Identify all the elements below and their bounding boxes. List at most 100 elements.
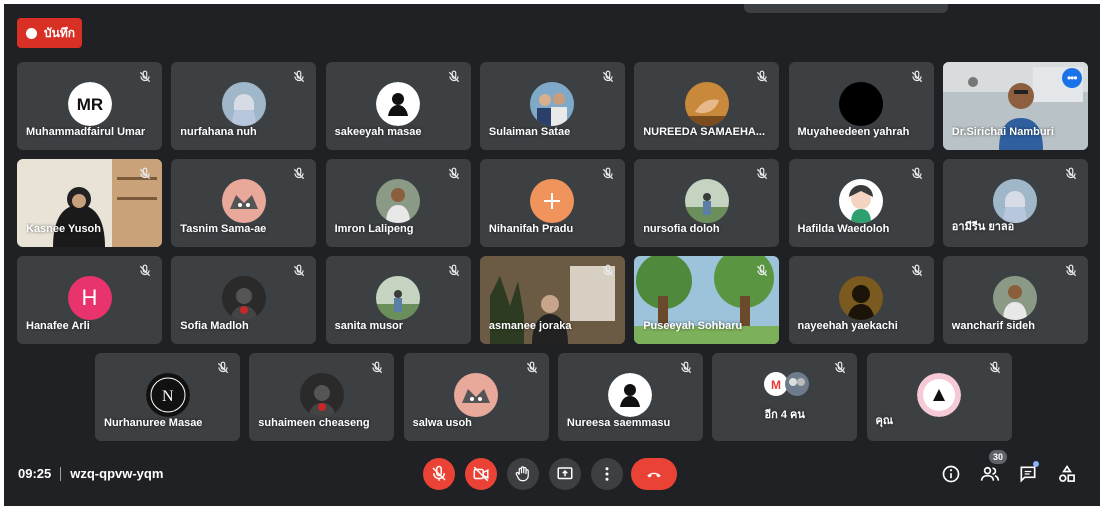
hijab-photo-avatar xyxy=(221,82,266,126)
dark-photo-avatar xyxy=(299,373,344,417)
more-options-button[interactable] xyxy=(591,458,623,490)
activities-icon xyxy=(1059,464,1075,482)
present-icon xyxy=(557,467,573,480)
participant-tile[interactable]: nurfahana nuh xyxy=(171,62,317,150)
recording-label: บันทึก xyxy=(44,25,75,40)
participant-name: Muyaheedeen yahrah xyxy=(797,126,910,138)
outdoor-photo-avatar xyxy=(684,179,729,223)
participant-tile[interactable]: Puseeyah Sohbaru xyxy=(634,256,780,344)
people-icon xyxy=(980,466,1000,481)
others-tile[interactable]: M อีก 4 คน xyxy=(712,353,858,441)
participant-name: Sulaiman Satae xyxy=(488,126,571,138)
participant-tile[interactable]: sakeeyah masae xyxy=(325,62,471,150)
participant-name: Nurhanuree Masae xyxy=(104,417,203,429)
present-screen-button[interactable] xyxy=(549,458,581,490)
participant-tile[interactable]: salwa usoh xyxy=(403,353,549,441)
muted-mic-icon xyxy=(447,264,461,278)
participant-tile[interactable]: nursofia doloh xyxy=(634,159,780,247)
participant-name: Nureesa saemmasu xyxy=(566,417,671,429)
muted-mic-icon xyxy=(138,264,152,278)
sunset-avatar xyxy=(839,276,883,320)
raise-hand-button[interactable] xyxy=(507,458,539,490)
recording-badge[interactable]: บันทึก xyxy=(17,18,82,48)
participant-tile[interactable]: Hafilda Waedoloh xyxy=(788,159,934,247)
meeting-code[interactable]: wzq-qpvw-yqm xyxy=(70,466,163,481)
participant-name: sakeeyah masae xyxy=(334,126,422,138)
participant-tile[interactable]: MR Muhammadfairul Umar xyxy=(17,62,162,150)
mic-toggle-button[interactable] xyxy=(423,458,455,490)
participant-name: Hafilda Waedoloh xyxy=(797,223,890,235)
meeting-stage: บันทึก MR Muhammadfairul Umar nurfahana nu… xyxy=(4,4,1100,506)
hand-photo-avatar xyxy=(684,82,729,126)
divider xyxy=(60,466,62,481)
participant-tile[interactable]: Tasnim Sama-ae xyxy=(171,159,317,247)
participant-name: Hanafee Arli xyxy=(26,320,90,332)
muted-mic-icon xyxy=(447,70,461,84)
participant-tile[interactable]: ••• Dr.Sirichai Namburi xyxy=(942,62,1088,150)
participant-tile[interactable]: N Nurhanuree Masae xyxy=(95,353,240,441)
person-photo-avatar xyxy=(993,276,1038,320)
participant-name: อามีรีน ยาลอ xyxy=(951,221,1015,233)
people-button[interactable] xyxy=(978,462,1002,486)
participant-tile[interactable]: Sulaiman Satae xyxy=(479,62,625,150)
muted-mic-icon xyxy=(988,361,1002,375)
anime-avatar xyxy=(454,373,499,417)
record-dot-icon xyxy=(26,27,37,39)
participant-name: salwa usoh xyxy=(412,417,472,429)
top-notification-hint xyxy=(744,4,948,13)
hangup-icon xyxy=(647,472,661,478)
camera-toggle-button[interactable] xyxy=(465,458,497,490)
participant-name: nurfahana nuh xyxy=(180,126,257,138)
info-icon xyxy=(942,465,960,483)
muted-mic-icon xyxy=(216,361,230,375)
participant-tile[interactable]: Muyaheedeen yahrah xyxy=(788,62,934,150)
chat-icon xyxy=(1020,466,1036,483)
participant-name: Dr.Sirichai Namburi xyxy=(951,126,1054,138)
participant-tile[interactable]: คุณ xyxy=(866,353,1012,441)
participant-tile[interactable]: H Hanafee Arli xyxy=(17,256,162,344)
svg-text:M: M xyxy=(771,378,781,392)
participant-tile[interactable]: Sofia Madloh xyxy=(171,256,317,344)
leave-call-button[interactable] xyxy=(631,458,677,490)
people-count-badge: 30 xyxy=(989,450,1007,464)
participant-tile[interactable]: asmanee joraka xyxy=(479,256,625,344)
group-photo-avatar xyxy=(530,82,575,126)
muted-mic-icon xyxy=(910,167,924,181)
dark-photo-avatar xyxy=(221,276,266,320)
muted-mic-icon xyxy=(370,361,384,375)
meeting-time: 09:25 xyxy=(18,466,52,481)
muted-mic-icon xyxy=(601,264,615,278)
hand-icon xyxy=(515,466,529,482)
muted-mic-icon xyxy=(601,70,615,84)
participant-tile[interactable]: Nihanifah Pradu xyxy=(479,159,625,247)
participant-tile[interactable]: NUREEDA SAMAEHA... xyxy=(634,62,780,150)
participant-tile[interactable]: sanita musor xyxy=(325,256,471,344)
participant-tile[interactable]: nayeehah yaekachi xyxy=(788,256,934,344)
muted-mic-icon xyxy=(292,70,306,84)
participant-name: Muhammadfairul Umar xyxy=(26,126,146,138)
participant-tile[interactable]: Imron Lalipeng xyxy=(325,159,471,247)
muted-mic-icon xyxy=(755,167,769,181)
participant-tile[interactable]: Kasnee Yusoh xyxy=(17,159,162,247)
participant-name: suhaimeen cheaseng xyxy=(258,417,370,429)
cartoon-avatar xyxy=(839,179,883,223)
mic-off-icon xyxy=(432,465,446,481)
participant-name: sanita musor xyxy=(334,320,404,332)
muted-mic-icon xyxy=(1064,264,1078,278)
silhouette-logo-avatar xyxy=(376,82,421,126)
participant-tile[interactable]: wancharif sideh xyxy=(942,256,1088,344)
camera-off-icon xyxy=(473,466,489,482)
orange-logo-avatar xyxy=(530,179,575,223)
tile-options-button[interactable]: ••• xyxy=(1061,68,1082,88)
person-photo-avatar xyxy=(376,179,421,223)
meeting-details-button[interactable] xyxy=(939,462,963,486)
participant-tile[interactable]: Nureesa saemmasu xyxy=(557,353,703,441)
activities-button[interactable] xyxy=(1055,462,1079,486)
participant-name: NUREEDA SAMAEHA... xyxy=(643,126,766,138)
muted-mic-icon xyxy=(138,167,152,181)
muted-mic-icon xyxy=(292,167,306,181)
participant-tile[interactable]: อามีรีน ยาลอ xyxy=(942,159,1088,247)
participant-tile[interactable]: suhaimeen cheaseng xyxy=(249,353,395,441)
nureen-logo-avatar: N xyxy=(145,373,190,417)
anime-avatar xyxy=(221,179,266,223)
